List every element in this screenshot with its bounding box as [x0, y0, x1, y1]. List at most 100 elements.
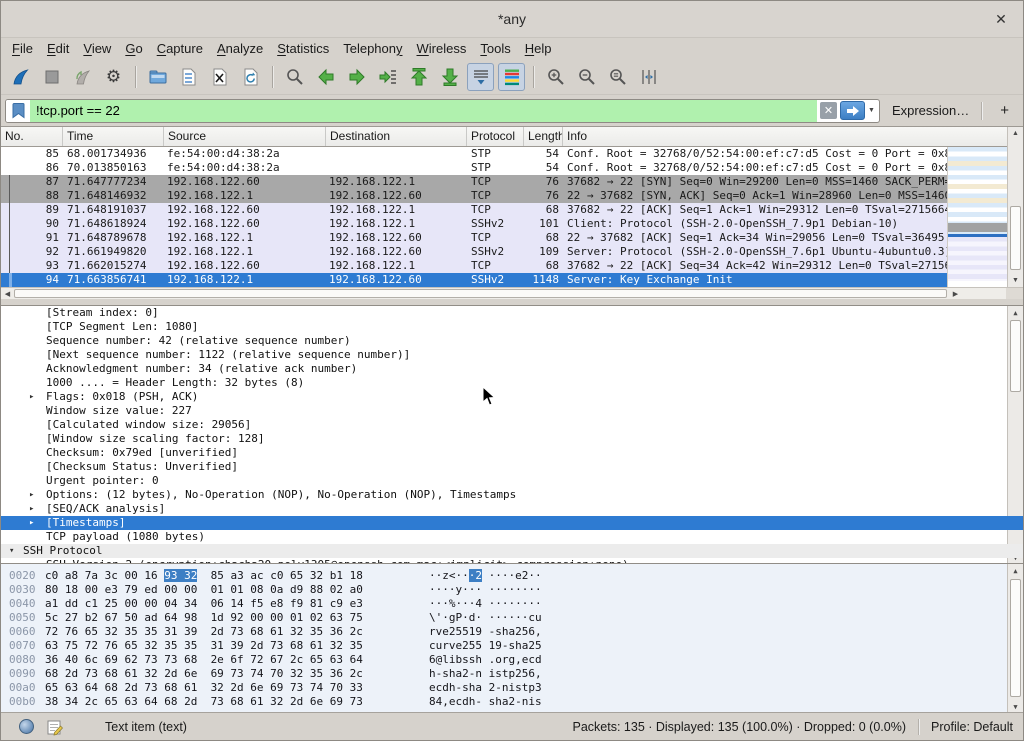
ascii-bytes[interactable]: 6@libssh .org,ecd [429, 653, 542, 667]
scroll-right-arrow[interactable]: ▶ [949, 288, 962, 299]
detail-line-2[interactable]: Sequence number: 42 (relative sequence n… [1, 334, 1023, 348]
filter-text[interactable]: !tcp.port == 22 [30, 100, 817, 122]
go-forward-button[interactable] [343, 63, 370, 91]
display-filter-input[interactable]: !tcp.port == 22 ✕ ▼ [5, 99, 880, 123]
scroll-left-arrow[interactable]: ◀ [1, 288, 14, 299]
hex-bytes[interactable]: 80 18 00 e3 79 ed 00 00 01 01 08 0a d9 8… [45, 583, 363, 597]
collapsed-arrow-icon[interactable]: ▸ [29, 516, 34, 530]
packet-row-88[interactable]: 8871.648146932192.168.122.1192.168.122.6… [1, 189, 1023, 203]
detail-line-0[interactable]: [Stream index: 0] [1, 306, 1023, 320]
ascii-bytes[interactable]: curve255 19-sha25 [429, 639, 542, 653]
zoom-out-button[interactable] [573, 63, 600, 91]
menu-file[interactable]: File [5, 40, 40, 57]
hex-row-0040[interactable]: 0040a1 dd c1 25 00 00 04 34 06 14 f5 e8 … [1, 597, 1023, 611]
menu-statistics[interactable]: Statistics [270, 40, 336, 57]
packet-row-85[interactable]: 8568.001734936fe:54:00:d4:38:2aSTP54Conf… [1, 147, 1023, 161]
find-packet-button[interactable] [281, 63, 308, 91]
collapsed-arrow-icon[interactable]: ▸ [29, 502, 34, 516]
detail-line-3[interactable]: [Next sequence number: 1122 (relative se… [1, 348, 1023, 362]
hex-row-0080[interactable]: 008036 40 6c 69 62 73 73 68 2e 6f 72 67 … [1, 653, 1023, 667]
detail-line-9[interactable]: [Window size scaling factor: 128] [1, 432, 1023, 446]
menu-view[interactable]: View [76, 40, 118, 57]
capture-comment-icon[interactable] [46, 718, 63, 736]
start-capture-button[interactable] [7, 63, 34, 91]
hex-bytes[interactable]: 38 34 2c 65 63 64 68 2d 73 68 61 32 2d 6… [45, 695, 363, 709]
hex-bytes[interactable]: 72 76 65 32 35 35 31 39 2d 73 68 61 32 3… [45, 625, 363, 639]
intelligent-scrollbar-minimap[interactable] [947, 147, 1008, 287]
capture-options-button[interactable]: ⚙ [100, 63, 127, 91]
ascii-bytes[interactable]: 84,ecdh- sha2-nis [429, 695, 542, 709]
packet-row-92[interactable]: 9271.661949820192.168.122.1192.168.122.6… [1, 245, 1023, 259]
go-back-button[interactable] [312, 63, 339, 91]
hex-row-0090[interactable]: 009068 2d 73 68 61 32 2d 6e 69 73 74 70 … [1, 667, 1023, 681]
menu-go[interactable]: Go [118, 40, 149, 57]
restart-capture-button[interactable] [69, 63, 96, 91]
ascii-bytes[interactable]: ecdh-sha 2-nistp3 [429, 681, 542, 695]
scroll-up-arrow[interactable]: ▲ [1008, 127, 1023, 140]
scroll-thumb[interactable] [14, 289, 947, 298]
ascii-bytes[interactable]: ···%···4 ········ [429, 597, 542, 611]
menu-telephony[interactable]: Telephony [336, 40, 409, 57]
packet-row-93[interactable]: 9371.662015274192.168.122.60192.168.122.… [1, 259, 1023, 273]
reload-file-button[interactable] [237, 63, 264, 91]
detail-line-11[interactable]: [Checksum Status: Unverified] [1, 460, 1023, 474]
expanded-arrow-icon[interactable]: ▾ [9, 544, 14, 558]
go-first-button[interactable] [405, 63, 432, 91]
packet-row-91[interactable]: 9171.648789678192.168.122.1192.168.122.6… [1, 231, 1023, 245]
hex-bytes[interactable]: 65 63 64 68 2d 73 68 61 32 2d 6e 69 73 7… [45, 681, 363, 695]
profile-selector[interactable]: Profile: Default [931, 720, 1013, 734]
detail-line-10[interactable]: Checksum: 0x79ed [unverified] [1, 446, 1023, 460]
hex-row-0050[interactable]: 00505c 27 b2 67 50 ad 64 98 1d 92 00 00 … [1, 611, 1023, 625]
column-header-info[interactable]: Info [563, 127, 1009, 147]
column-header-source[interactable]: Source [164, 127, 326, 147]
menu-help[interactable]: Help [518, 40, 559, 57]
hex-bytes[interactable]: 68 2d 73 68 61 32 2d 6e 69 73 74 70 32 3… [45, 667, 363, 681]
ascii-bytes[interactable]: ····y··· ········ [429, 583, 542, 597]
zoom-actual-button[interactable] [604, 63, 631, 91]
packet-row-94[interactable]: 9471.663856741192.168.122.1192.168.122.6… [1, 273, 1023, 287]
hex-row-00b0[interactable]: 00b038 34 2c 65 63 64 68 2d 73 68 61 32 … [1, 695, 1023, 709]
hex-row-0020[interactable]: 0020c0 a8 7a 3c 00 16 93 32 85 a3 ac c0 … [1, 569, 1023, 583]
detail-line-5[interactable]: 1000 .... = Header Length: 32 bytes (8) [1, 376, 1023, 390]
detail-line-6[interactable]: ▸Flags: 0x018 (PSH, ACK) [1, 390, 1023, 404]
hex-bytes[interactable]: 63 75 72 76 65 32 35 35 31 39 2d 73 68 6… [45, 639, 363, 653]
packet-row-87[interactable]: 8771.647777234192.168.122.60192.168.122.… [1, 175, 1023, 189]
ascii-bytes[interactable]: rve25519 -sha256, [429, 625, 542, 639]
resize-columns-button[interactable] [635, 63, 662, 91]
add-filter-button[interactable]: + [992, 102, 1017, 119]
expression-button[interactable]: Expression… [892, 103, 969, 118]
save-file-button[interactable] [175, 63, 202, 91]
hex-bytes[interactable]: 36 40 6c 69 62 73 73 68 2e 6f 72 67 2c 6… [45, 653, 363, 667]
go-last-button[interactable] [436, 63, 463, 91]
menu-capture[interactable]: Capture [150, 40, 210, 57]
hex-row-0070[interactable]: 007063 75 72 76 65 32 35 35 31 39 2d 73 … [1, 639, 1023, 653]
menu-analyze[interactable]: Analyze [210, 40, 270, 57]
column-header-no[interactable]: No. [1, 127, 63, 147]
menu-edit[interactable]: Edit [40, 40, 76, 57]
filter-history-dropdown[interactable]: ▼ [867, 107, 879, 114]
column-header-destination[interactable]: Destination [326, 127, 467, 147]
hex-row-0030[interactable]: 003080 18 00 e3 79 ed 00 00 01 01 08 0a … [1, 583, 1023, 597]
detail-line-7[interactable]: Window size value: 227 [1, 404, 1023, 418]
hex-bytes[interactable]: a1 dd c1 25 00 00 04 34 06 14 f5 e8 f9 8… [45, 597, 363, 611]
packet-row-89[interactable]: 8971.648191037192.168.122.60192.168.122.… [1, 203, 1023, 217]
ascii-bytes[interactable]: h-sha2-n istp256, [429, 667, 542, 681]
packet-row-90[interactable]: 9071.648618924192.168.122.60192.168.122.… [1, 217, 1023, 231]
column-header-protocol[interactable]: Protocol [467, 127, 524, 147]
scroll-down-arrow[interactable]: ▼ [1008, 274, 1023, 287]
hex-bytes[interactable]: c0 a8 7a 3c 00 16 93 32 85 a3 ac c0 65 3… [45, 569, 363, 583]
detail-line-15[interactable]: ▸[Timestamps] [1, 516, 1023, 530]
hex-row-0060[interactable]: 006072 76 65 32 35 35 31 39 2d 73 68 61 … [1, 625, 1023, 639]
collapsed-arrow-icon[interactable]: ▸ [29, 390, 34, 404]
packet-list-hscrollbar[interactable]: ◀ ▶ [1, 287, 1023, 299]
colorize-toggle[interactable] [498, 63, 525, 91]
filter-bookmark-button[interactable] [6, 100, 30, 122]
hex-bytes[interactable]: 5c 27 b2 67 50 ad 64 98 1d 92 00 00 01 0… [45, 611, 363, 625]
go-to-packet-button[interactable] [374, 63, 401, 91]
open-file-button[interactable] [144, 63, 171, 91]
packet-row-86[interactable]: 8670.013850163fe:54:00:d4:38:2aSTP54Conf… [1, 161, 1023, 175]
filter-clear-button[interactable]: ✕ [820, 102, 837, 119]
column-header-length[interactable]: Length [524, 127, 563, 147]
zoom-in-button[interactable] [542, 63, 569, 91]
scroll-thumb[interactable] [1010, 206, 1021, 270]
